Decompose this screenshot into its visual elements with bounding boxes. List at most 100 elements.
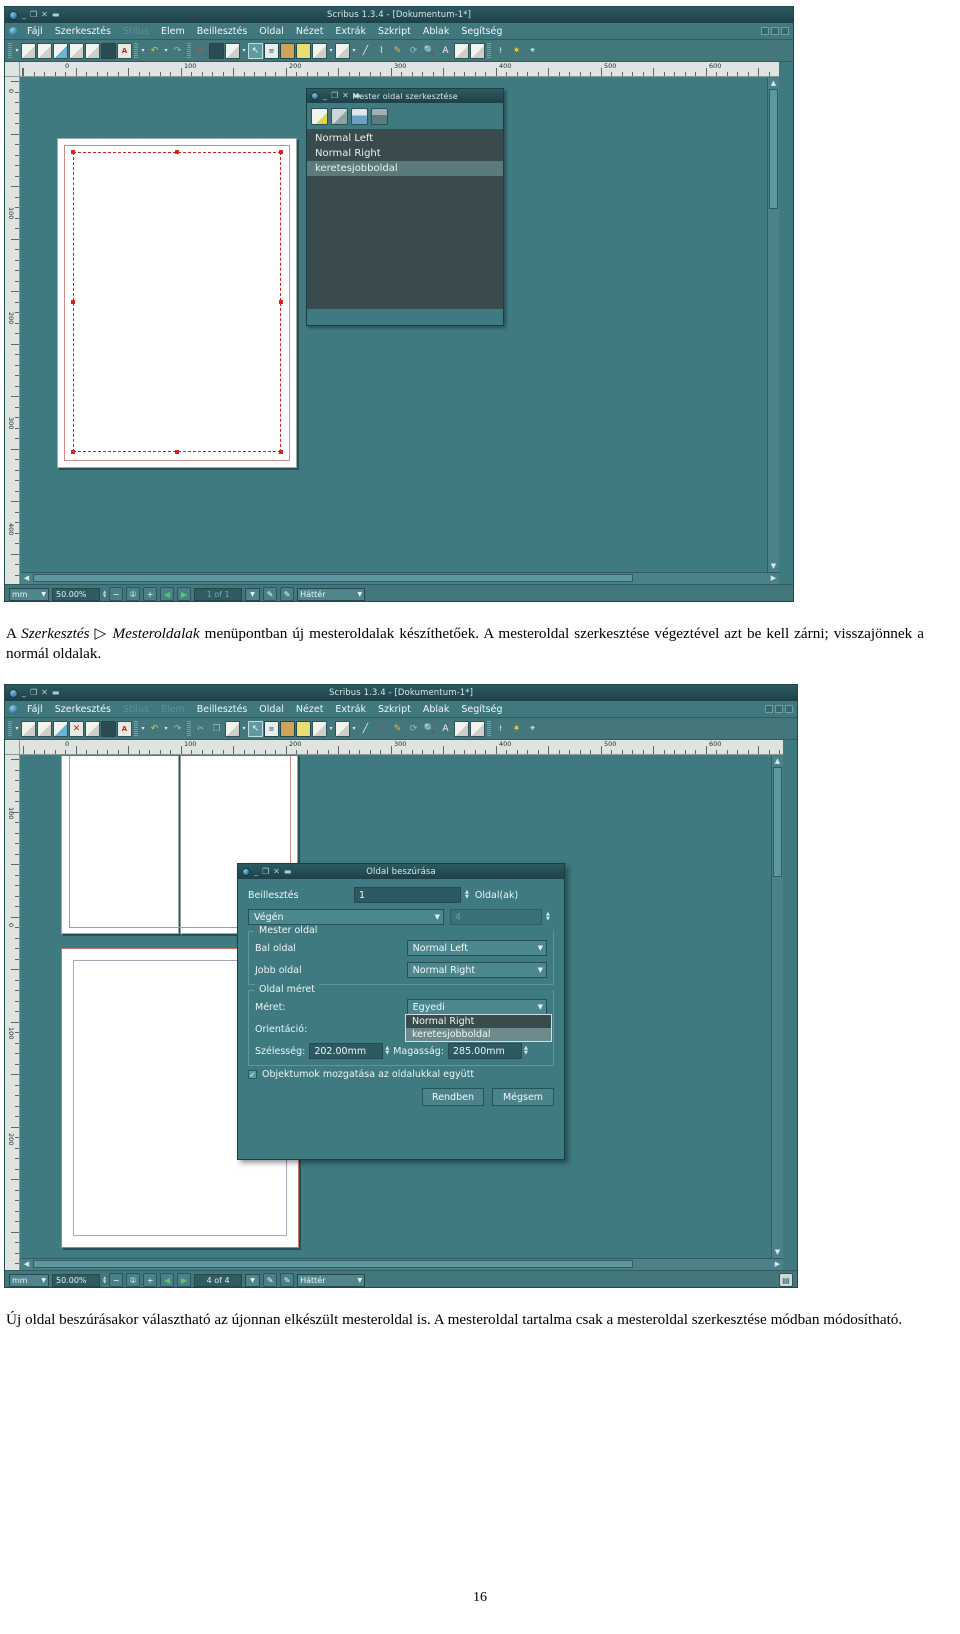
width-spinner[interactable]: ▲ ▼ [385,1046,389,1056]
new-master-page-icon[interactable] [311,107,328,125]
edit-contents-icon[interactable]: A [438,721,453,737]
zoom-icon[interactable]: 🔍 [422,43,437,59]
resize-handle-tc[interactable] [175,150,179,154]
palette-maximize-icon[interactable]: ❐ [331,92,338,100]
copy-icon[interactable] [209,42,224,59]
hscroll-thumb-1[interactable] [33,574,633,582]
master-page-list[interactable]: Normal Left Normal Right keretesjobbolda… [307,129,503,309]
close-document-icon[interactable] [69,42,84,59]
horizontal-ruler-2[interactable]: 0 100 200 300 400 500 600 [20,740,783,755]
zoom-icon[interactable]: 🔍 [422,721,437,737]
link-text-frames-icon[interactable] [454,720,469,737]
dialog-shade-icon[interactable]: ▬ [284,867,292,876]
menubar-window-buttons-1[interactable] [761,27,793,35]
toolbar-handle-file[interactable] [8,720,12,737]
paste-overflow-arrow[interactable]: ▾ [241,725,247,732]
insert-page-dialog[interactable]: _ ❐ ✕ ▬ Oldal beszúrása Beillesztés 1 ▲ … [237,863,565,1160]
menu-beillesztes[interactable]: Beillesztés [191,703,254,716]
shape-overflow-arrow[interactable]: ▾ [328,725,334,732]
open-document-icon[interactable] [37,720,52,737]
next-page-icon[interactable]: ▶ [177,587,192,601]
master-page-item-keretesjobboldal[interactable]: keretesjobboldal [307,161,503,176]
vscroll-down-icon[interactable]: ▼ [772,1247,783,1258]
insert-line-icon[interactable]: ╱ [358,721,373,737]
shade-icon[interactable]: ▬ [52,11,60,19]
dropdown-item-normal-right[interactable]: Normal Right [406,1015,551,1028]
insert-polygon-icon[interactable] [335,720,350,737]
canvas-hscrollbar-1[interactable]: ◀ ▶ [21,572,779,584]
vscroll-down-icon[interactable]: ▼ [768,561,779,572]
close-icon[interactable]: ✕ [41,689,48,697]
menu-nezet[interactable]: Nézet [290,25,330,38]
zoom-in-icon[interactable]: + [143,587,158,601]
measurements-icon[interactable]: ⟊ [493,721,508,737]
canvas-vscrollbar-2[interactable]: ▲ ▼ [771,756,783,1258]
master-palette-toolbar[interactable] [307,103,503,129]
palette-shade-icon[interactable]: ▬ [353,92,361,100]
vscroll-thumb-1[interactable] [769,89,778,209]
menu-segitseg[interactable]: Segítség [455,703,508,716]
zoom-level-field-1[interactable]: 50.00% [52,587,100,601]
resize-handle-ml[interactable] [71,300,75,304]
doc-restore-icon[interactable] [761,27,769,35]
zoom-in-icon[interactable]: + [143,1273,158,1287]
doc-restore-icon[interactable] [765,705,773,713]
insert-count-input[interactable]: 1 [354,887,461,903]
copy-properties-icon[interactable]: ✶ [509,43,524,59]
horizontal-ruler-1[interactable]: 0 100 200 300 400 500 600 [20,62,779,77]
close-document-icon[interactable]: ✕ [69,720,84,737]
new-document-icon[interactable] [21,42,36,59]
hscroll-right-icon[interactable]: ▶ [772,1259,783,1270]
redo-overflow-arrow[interactable]: ▾ [163,725,169,732]
save-document-icon[interactable] [53,42,68,59]
delete-master-page-icon[interactable] [371,107,388,125]
zoom-out-icon[interactable]: − [109,1273,124,1287]
zoom-level-field-2[interactable]: 50.00% [52,1273,100,1287]
resize-handle-tr[interactable] [279,150,283,154]
menu-szkript[interactable]: Szkript [372,25,417,38]
vscroll-up-icon[interactable]: ▲ [772,756,783,767]
previous-page-icon[interactable]: ◀ [160,1273,175,1287]
zoom-out-icon[interactable]: − [109,587,124,601]
menu-szkript[interactable]: Szkript [372,703,417,716]
insert-shape-icon[interactable] [312,42,327,59]
maximize-icon[interactable]: ❐ [30,11,37,19]
height-input[interactable]: 285.00mm [448,1043,523,1059]
layer-select-1[interactable]: Háttér ▼ [297,587,366,601]
rotate-item-icon[interactable]: ⟳ [406,43,421,59]
titlebar-controls-2[interactable]: _ ❐ ✕ ▬ [5,688,60,698]
menu-fajl[interactable]: Fájl [21,703,49,716]
insert-table-icon[interactable] [296,42,311,59]
statusbar-2[interactable]: mm ▼ 50.00% ▲ ▼ − ① + ◀ ▶ 4 of 4 ▼ ✎ ✎ Há… [5,1270,797,1287]
right-master-select[interactable]: Normal Right ▼ [406,962,547,978]
insert-count-spinner[interactable]: ▲ ▼ [465,890,469,900]
freehand-line-icon[interactable]: ✎ [390,43,405,59]
left-master-select[interactable]: Normal Left ▼ [406,940,547,956]
previous-page-icon[interactable]: ◀ [160,587,175,601]
toolbar-handle-tools[interactable] [187,720,191,737]
size-select[interactable]: Egyedi ▼ [406,999,547,1015]
master-page-item-normal-left[interactable]: Normal Left [307,131,503,146]
redo-icon[interactable]: ↷ [170,721,185,737]
titlebar-controls-1[interactable]: _ ❐ ✕ ▬ [5,10,60,20]
menu-extrak[interactable]: Extrák [329,25,372,38]
menu-oldal[interactable]: Oldal [253,25,290,38]
hscroll-left-icon[interactable]: ◀ [21,1259,32,1270]
shade-icon[interactable]: ▬ [52,689,60,697]
master-palette-controls[interactable]: _ ❐ ✕ ▬ [307,92,360,100]
export-pdf-icon[interactable]: A [117,42,132,59]
menubar-window-buttons-2[interactable] [765,705,797,713]
preflight-icon[interactable]: ✎ [280,587,295,601]
paste-icon[interactable] [225,720,240,737]
polygon-overflow-arrow[interactable]: ▾ [351,725,357,732]
resize-handle-br[interactable] [279,450,283,454]
preview-mode-icon[interactable]: ✎ [263,587,278,601]
menu-extrak[interactable]: Extrák [329,703,372,716]
palette-minimize-icon[interactable]: _ [323,92,327,100]
document-canvas-2[interactable]: _ ❐ ✕ ▬ Oldal beszúrása Beillesztés 1 ▲ … [21,756,783,1258]
hscroll-thumb-2[interactable] [33,1260,633,1268]
after-page-input[interactable]: 4 [450,909,542,925]
toolbar-handle-edit[interactable] [134,42,138,59]
height-spinner[interactable]: ▲ ▼ [524,1046,528,1056]
resize-handle-bl[interactable] [71,450,75,454]
